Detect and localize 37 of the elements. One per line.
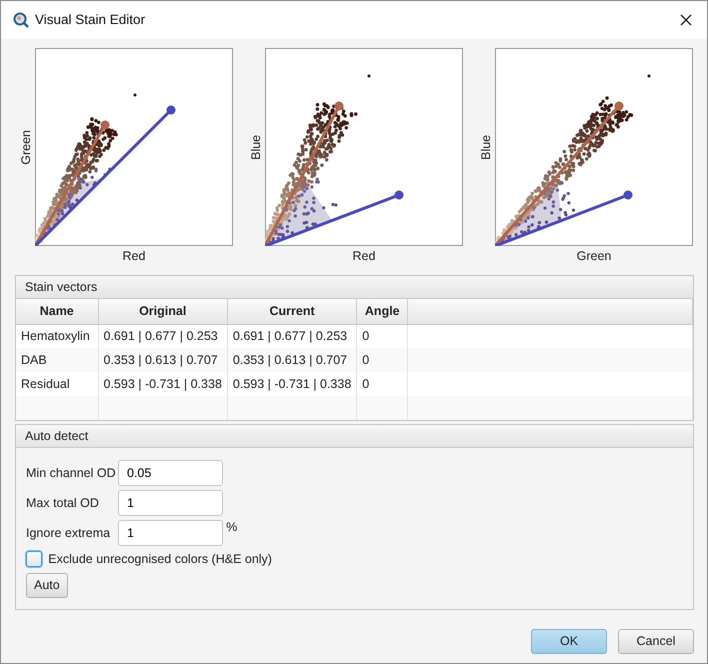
close-icon[interactable] xyxy=(680,14,692,26)
vector-line[interactable] xyxy=(265,190,404,246)
input-field[interactable]: 0.05 xyxy=(118,460,223,486)
auto-button[interactable]: Auto xyxy=(26,572,68,598)
axis-label: Red xyxy=(122,248,146,266)
axis-label: Blue xyxy=(248,134,264,160)
vector-line[interactable] xyxy=(495,190,632,246)
column-header: Original xyxy=(98,299,228,324)
window-title: Visual Stain Editor xyxy=(35,10,146,29)
vector-line[interactable] xyxy=(35,106,176,246)
column-header: Angle xyxy=(356,299,408,324)
checkbox-label: Exclude unrecognised colors (H&E only) xyxy=(48,551,272,568)
vector-line[interactable] xyxy=(495,102,624,246)
dialog-button[interactable]: OK xyxy=(531,628,607,654)
axis-label: Red xyxy=(352,248,376,266)
panel-title: Auto detect xyxy=(25,428,88,445)
table-cell: 0 xyxy=(356,348,408,372)
column-header: Name xyxy=(16,299,98,324)
axis-label: Blue xyxy=(478,134,494,160)
checkbox[interactable] xyxy=(26,551,42,568)
input-field[interactable]: 1 xyxy=(118,520,223,546)
field-label: Ignore extrema xyxy=(26,525,112,542)
input-field[interactable]: 1 xyxy=(118,490,223,516)
vector-line[interactable] xyxy=(35,120,110,246)
table-cell: 0.353 | 0.613 | 0.707 xyxy=(227,348,357,372)
axis-label: Green xyxy=(18,130,34,164)
table-cell: 0.353 | 0.613 | 0.707 xyxy=(98,348,228,372)
vector-line[interactable] xyxy=(265,102,344,246)
magnifier-icon xyxy=(13,12,29,28)
unit-label: % xyxy=(226,519,238,536)
axis-label: Green xyxy=(576,248,612,266)
column-header: Current xyxy=(227,299,357,324)
field-label: Min channel OD xyxy=(26,465,117,482)
panel-title: Stain vectors xyxy=(25,278,98,296)
dialog-button[interactable]: Cancel xyxy=(618,628,694,654)
table-cell: DAB xyxy=(16,348,98,372)
field-label: Max total OD xyxy=(26,495,100,512)
